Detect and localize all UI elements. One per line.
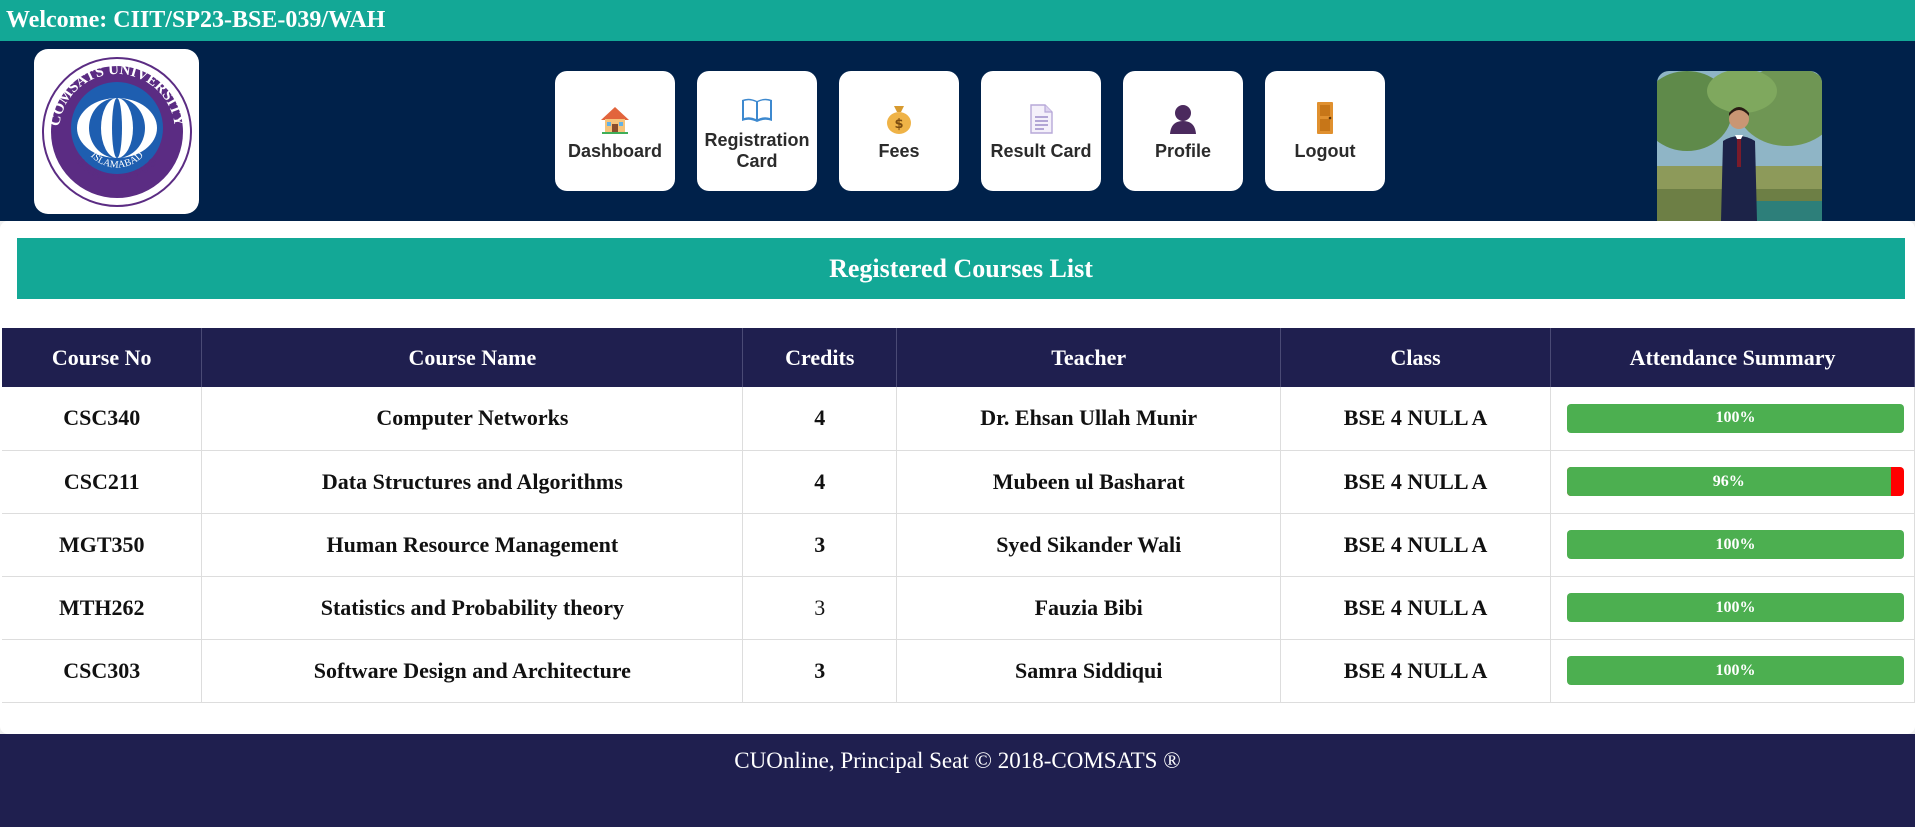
course-no-cell: CSC340: [2, 387, 203, 451]
attendance-fill: 100%: [1567, 593, 1904, 622]
main-content: Registered Courses List Course No Course…: [0, 221, 1915, 734]
course-no-cell: MTH262: [2, 576, 203, 640]
table-row: CSC211 Data Structures and Algorithms 4 …: [2, 450, 1915, 514]
attendance-fill: 96%: [1567, 467, 1891, 496]
attendance-bar[interactable]: 100%: [1567, 593, 1904, 622]
attendance-bar[interactable]: 100%: [1567, 656, 1904, 685]
courses-card: Registered Courses List Course No Course…: [0, 221, 1915, 734]
teacher-cell: Dr. Ehsan Ullah Munir: [896, 387, 1282, 451]
attendance-cell: 100%: [1550, 576, 1915, 640]
attendance-bar[interactable]: 100%: [1567, 403, 1904, 433]
document-icon: [1028, 101, 1054, 135]
section-title-text: Registered Courses List: [829, 253, 1093, 283]
teacher-cell: Fauzia Bibi: [896, 576, 1282, 640]
teacher-cell: Syed Sikander Wali: [896, 513, 1282, 577]
nav-result-card-label: Result Card: [990, 140, 1092, 161]
nav-registration-card-button[interactable]: Registration Card: [697, 71, 817, 191]
credits-cell: 3: [742, 576, 898, 640]
teacher-cell: Samra Siddiqui: [896, 639, 1282, 703]
table-row: CSC340 Computer Networks 4 Dr. Ehsan Ull…: [2, 387, 1915, 451]
user-icon: [1168, 101, 1198, 135]
class-cell: BSE 4 NULL A: [1280, 576, 1552, 640]
course-name-cell: Software Design and Architecture: [201, 639, 744, 703]
courses-table: Course No Course Name Credits Teacher Cl…: [2, 328, 1915, 703]
column-header: Credits: [742, 328, 898, 387]
home-icon: [599, 101, 631, 135]
attendance-cell: 100%: [1550, 387, 1915, 451]
book-icon: [740, 90, 774, 124]
class-cell: BSE 4 NULL A: [1280, 513, 1552, 577]
money-bag-icon: $: [884, 101, 914, 135]
attendance-fill: 100%: [1567, 530, 1904, 559]
attendance-cell: 100%: [1550, 513, 1915, 577]
nav-dashboard-button[interactable]: Dashboard: [555, 71, 675, 191]
main-nav: Dashboard Registration Card $ Fees Resul…: [555, 71, 1385, 191]
door-icon: [1314, 101, 1336, 135]
nav-fees-button[interactable]: $ Fees: [839, 71, 959, 191]
attendance-fill: 100%: [1567, 403, 1904, 433]
course-no-cell: CSC303: [2, 639, 203, 703]
nav-profile-label: Profile: [1154, 140, 1211, 161]
credits-cell: 3: [742, 639, 898, 703]
footer: CUOnline, Principal Seat © 2018-COMSATS …: [0, 734, 1915, 827]
nav-logout-button[interactable]: Logout: [1265, 71, 1385, 191]
nav-logout-label: Logout: [1294, 140, 1356, 161]
nav-profile-button[interactable]: Profile: [1123, 71, 1243, 191]
nav-registration-card-label: Registration Card: [704, 130, 810, 171]
university-logo: COMSATS UNIVERSITY ISLAMABAD WAH CAMPUS: [34, 49, 199, 214]
attendance-bar[interactable]: 96%: [1567, 467, 1904, 496]
nav-result-card-button[interactable]: Result Card: [981, 71, 1101, 191]
course-name-cell: Data Structures and Algorithms: [201, 450, 744, 514]
footer-text: CUOnline, Principal Seat © 2018-COMSATS …: [734, 748, 1181, 773]
course-no-cell: CSC211: [2, 450, 203, 514]
course-no-cell: MGT350: [2, 513, 203, 577]
welcome-bar: Welcome: CIIT/SP23-BSE-039/WAH: [0, 0, 1915, 41]
svg-text:$: $: [894, 117, 903, 132]
column-header: Teacher: [896, 328, 1282, 387]
table-row: MGT350 Human Resource Management 3 Syed …: [2, 513, 1915, 577]
section-title: Registered Courses List: [17, 238, 1905, 299]
course-name-cell: Computer Networks: [201, 387, 744, 451]
credits-cell: 3: [742, 513, 898, 577]
class-cell: BSE 4 NULL A: [1280, 450, 1552, 514]
nav-dashboard-label: Dashboard: [567, 140, 663, 161]
attendance-fill: 100%: [1567, 656, 1904, 685]
class-cell: BSE 4 NULL A: [1280, 639, 1552, 703]
attendance-cell: 100%: [1550, 639, 1915, 703]
table-row: MTH262 Statistics and Probability theory…: [2, 576, 1915, 640]
table-header-row: Course No Course Name Credits Teacher Cl…: [2, 328, 1915, 387]
credits-cell: 4: [742, 450, 898, 514]
column-header: Course No: [2, 328, 203, 387]
column-header: Class: [1280, 328, 1552, 387]
class-cell: BSE 4 NULL A: [1280, 387, 1552, 451]
attendance-bar[interactable]: 100%: [1567, 530, 1904, 559]
teacher-cell: Mubeen ul Basharat: [896, 450, 1282, 514]
nav-fees-label: Fees: [878, 140, 920, 161]
profile-photo[interactable]: [1657, 71, 1822, 221]
welcome-text: Welcome: CIIT/SP23-BSE-039/WAH: [6, 7, 386, 33]
course-name-cell: Human Resource Management: [201, 513, 744, 577]
header: COMSATS UNIVERSITY ISLAMABAD WAH CAMPUS: [0, 41, 1915, 221]
attendance-cell: 96%: [1550, 450, 1915, 514]
table-row: CSC303 Software Design and Architecture …: [2, 639, 1915, 703]
column-header: Attendance Summary: [1550, 328, 1915, 387]
column-header: Course Name: [201, 328, 744, 387]
course-name-cell: Statistics and Probability theory: [201, 576, 744, 640]
credits-cell: 4: [742, 387, 898, 451]
